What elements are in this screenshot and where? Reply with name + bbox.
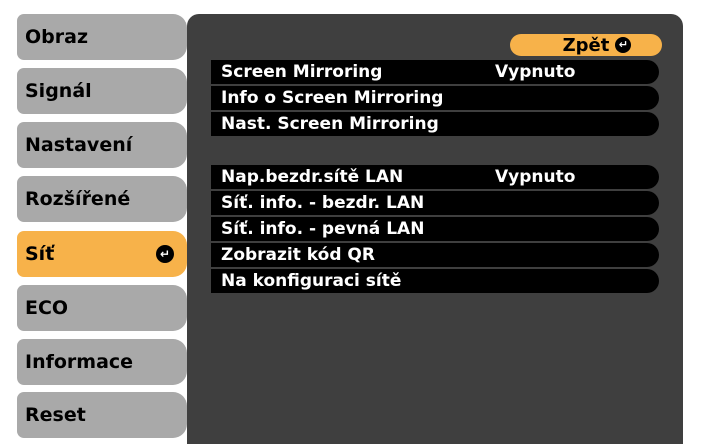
sidebar-item-sit[interactable]: Síť ↵ (17, 231, 187, 277)
row-label: Nap.bezdr.sítě LAN (221, 167, 404, 187)
row-label: Nast. Screen Mirroring (221, 114, 439, 134)
sidebar-item-label: Nastavení (25, 134, 133, 156)
sidebar-item-label: Obraz (25, 26, 89, 48)
sidebar-item-reset[interactable]: Reset (17, 392, 187, 438)
sidebar-item-label: Informace (25, 351, 134, 373)
enter-icon: ↵ (615, 37, 632, 53)
sidebar-item-nastaveni[interactable]: Nastavení (17, 122, 187, 168)
sidebar-item-eco[interactable]: ECO (17, 285, 187, 331)
row-label: Síť. info. - pevná LAN (221, 219, 425, 239)
row-wired-lan-info[interactable]: Síť. info. - pevná LAN (211, 217, 659, 241)
sidebar-item-label: ECO (25, 297, 69, 319)
sidebar-item-signal[interactable]: Signál (17, 68, 187, 114)
sidebar-item-label: Rozšířené (25, 188, 131, 210)
row-nast-screen-mirroring[interactable]: Nast. Screen Mirroring (211, 112, 659, 136)
back-button[interactable]: Zpět ↵ (510, 34, 662, 56)
row-show-qr-code[interactable]: Zobrazit kód QR (211, 243, 659, 267)
row-value: Vypnuto (495, 62, 576, 82)
sidebar-item-informace[interactable]: Informace (17, 339, 187, 385)
back-label: Zpět (562, 34, 610, 56)
row-wireless-lan-info[interactable]: Síť. info. - bezdr. LAN (211, 191, 659, 215)
sidebar-menu: Obraz Signál Nastavení Rozšířené Síť ↵ E… (3, 3, 187, 441)
row-label: Síť. info. - bezdr. LAN (221, 193, 425, 213)
row-wireless-lan[interactable]: Nap.bezdr.sítě LAN Vypnuto (211, 165, 659, 189)
sidebar-item-label: Síť (25, 243, 55, 265)
row-label: Na konfiguraci sítě (221, 271, 402, 291)
sidebar-item-label: Reset (25, 404, 86, 426)
row-value: Vypnuto (495, 167, 576, 187)
row-label: Zobrazit kód QR (221, 245, 375, 265)
sidebar-item-rozsirene[interactable]: Rozšířené (17, 176, 187, 222)
row-label: Info o Screen Mirroring (221, 88, 444, 108)
row-info-screen-mirroring[interactable]: Info o Screen Mirroring (211, 86, 659, 110)
row-label: Screen Mirroring (221, 62, 383, 82)
row-network-config[interactable]: Na konfiguraci sítě (211, 269, 659, 293)
row-screen-mirroring[interactable]: Screen Mirroring Vypnuto (211, 60, 659, 84)
enter-icon: ↵ (156, 245, 174, 263)
sidebar-item-obraz[interactable]: Obraz (17, 14, 187, 60)
sidebar-item-label: Signál (25, 80, 92, 102)
